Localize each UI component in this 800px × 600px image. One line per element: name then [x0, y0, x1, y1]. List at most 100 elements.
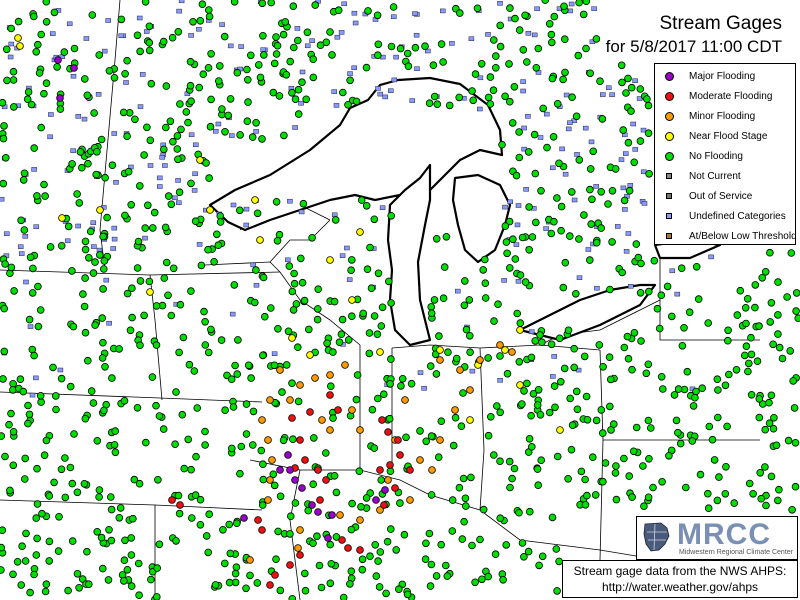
undefined-gage-marker	[212, 128, 219, 134]
no-flooding-marker	[145, 38, 154, 47]
no-flooding-marker	[252, 266, 260, 274]
no-flooding-marker	[387, 212, 396, 220]
no-flooding-marker	[141, 0, 150, 6]
no-flooding-marker	[37, 123, 45, 132]
no-flooding-marker	[257, 446, 266, 455]
no-flooding-marker	[766, 318, 774, 326]
no-flooding-marker	[506, 483, 514, 492]
no-flooding-marker	[316, 41, 325, 49]
undefined-gage-marker	[31, 167, 37, 172]
no-flooding-marker	[427, 491, 436, 499]
no-flooding-marker	[685, 308, 694, 317]
no-flooding-marker	[643, 95, 651, 103]
no-flooding-marker	[259, 51, 268, 59]
undefined-gage-marker	[4, 231, 10, 236]
undefined-gage-marker	[600, 92, 606, 97]
no-flooding-marker	[525, 434, 534, 443]
no-flooding-marker	[298, 78, 306, 86]
no-flooding-marker	[99, 338, 107, 347]
undefined-gage-marker	[562, 171, 569, 177]
no-flooding-marker	[549, 133, 558, 141]
no-flooding-marker	[559, 283, 568, 292]
no-flooding-marker	[538, 552, 547, 561]
no-flooding-marker	[787, 249, 796, 257]
undefined-gage-marker	[421, 386, 427, 391]
no-flooding-marker	[377, 476, 386, 484]
no-flooding-marker	[177, 125, 185, 134]
no-flooding-marker	[303, 28, 312, 37]
no-flooding-marker	[253, 209, 262, 218]
no-flooding-marker	[644, 287, 653, 296]
no-flooding-marker	[259, 475, 268, 484]
undefined-gage-marker	[550, 165, 556, 171]
no-flooding-marker	[486, 73, 495, 81]
no-flooding-marker	[17, 216, 25, 225]
source-link[interactable]: http://water.weather.gov/ahps	[563, 579, 797, 595]
no-flooding-marker	[548, 513, 557, 522]
no-flooding-marker	[2, 154, 10, 162]
undefined-gage-marker	[514, 222, 521, 228]
no-flooding-marker	[49, 363, 57, 372]
minor-flooding-marker	[466, 386, 474, 394]
undefined-gage-marker	[192, 171, 198, 177]
no-flooding-marker	[56, 105, 65, 113]
no-flooding-marker	[465, 296, 474, 304]
no-flooding-marker	[588, 453, 597, 462]
map-title: Stream Gages	[659, 13, 783, 34]
no-flooding-marker	[204, 245, 212, 254]
no-flooding-marker	[248, 133, 257, 141]
legend-label: Near Flood Stage	[689, 130, 768, 142]
no-flooding-marker	[247, 51, 255, 60]
legend-label: At/Below Low Threshold	[689, 230, 797, 242]
no-flooding-marker	[667, 312, 676, 321]
moderate-flooding-marker	[376, 466, 384, 474]
undefined-gage-marker	[497, 378, 503, 383]
no-flooding-marker	[612, 495, 621, 504]
undefined-gage-marker	[620, 185, 627, 191]
no-flooding-marker	[769, 340, 777, 349]
no-flooding-marker	[547, 38, 556, 47]
no-flooding-marker	[681, 483, 690, 492]
no-flooding-marker	[178, 410, 187, 419]
no-flooding-marker	[335, 338, 344, 347]
no-flooding-marker	[605, 402, 614, 411]
no-flooding-marker	[501, 222, 510, 230]
no-flooding-marker	[387, 355, 395, 363]
no-flooding-marker	[663, 282, 672, 291]
no-flooding-marker	[326, 579, 335, 588]
undefined-gage-marker	[588, 139, 595, 145]
no-flooding-marker	[370, 312, 379, 320]
no-flooding-marker	[244, 98, 252, 106]
no-flooding-marker	[550, 12, 559, 21]
no-flooding-marker	[564, 326, 573, 335]
no-flooding-marker	[553, 587, 561, 595]
no-flooding-marker	[642, 369, 651, 378]
no-flooding-marker	[30, 570, 38, 579]
no-flooding-marker	[427, 309, 436, 318]
minor-flooding-marker	[436, 356, 444, 364]
no-flooding-marker	[585, 256, 594, 264]
no-flooding-marker	[81, 274, 89, 282]
no-flooding-marker	[591, 491, 600, 499]
undefined-gage-marker	[50, 31, 56, 36]
no-flooding-marker	[290, 279, 299, 288]
no-flooding-marker	[553, 100, 562, 108]
no-flooding-marker	[751, 303, 759, 312]
no-flooding-marker	[724, 370, 733, 379]
minor-flooding-marker	[296, 526, 304, 534]
no-flooding-marker	[198, 0, 207, 8]
no-flooding-marker	[313, 532, 321, 540]
no-flooding-marker	[120, 556, 129, 564]
no-flooding-marker	[86, 227, 95, 236]
no-flooding-marker	[290, 269, 298, 278]
undefined-gage-marker	[188, 33, 194, 38]
no-flooding-marker	[66, 382, 75, 391]
no-flooding-marker	[670, 391, 679, 399]
no-flooding-marker	[135, 591, 143, 599]
no-flooding-marker	[427, 303, 436, 311]
undefined-gage-marker	[391, 77, 398, 83]
no-flooding-marker	[479, 266, 488, 274]
no-flooding-marker	[744, 367, 752, 376]
no-flooding-marker	[510, 83, 519, 91]
no-flooding-marker	[230, 281, 239, 289]
